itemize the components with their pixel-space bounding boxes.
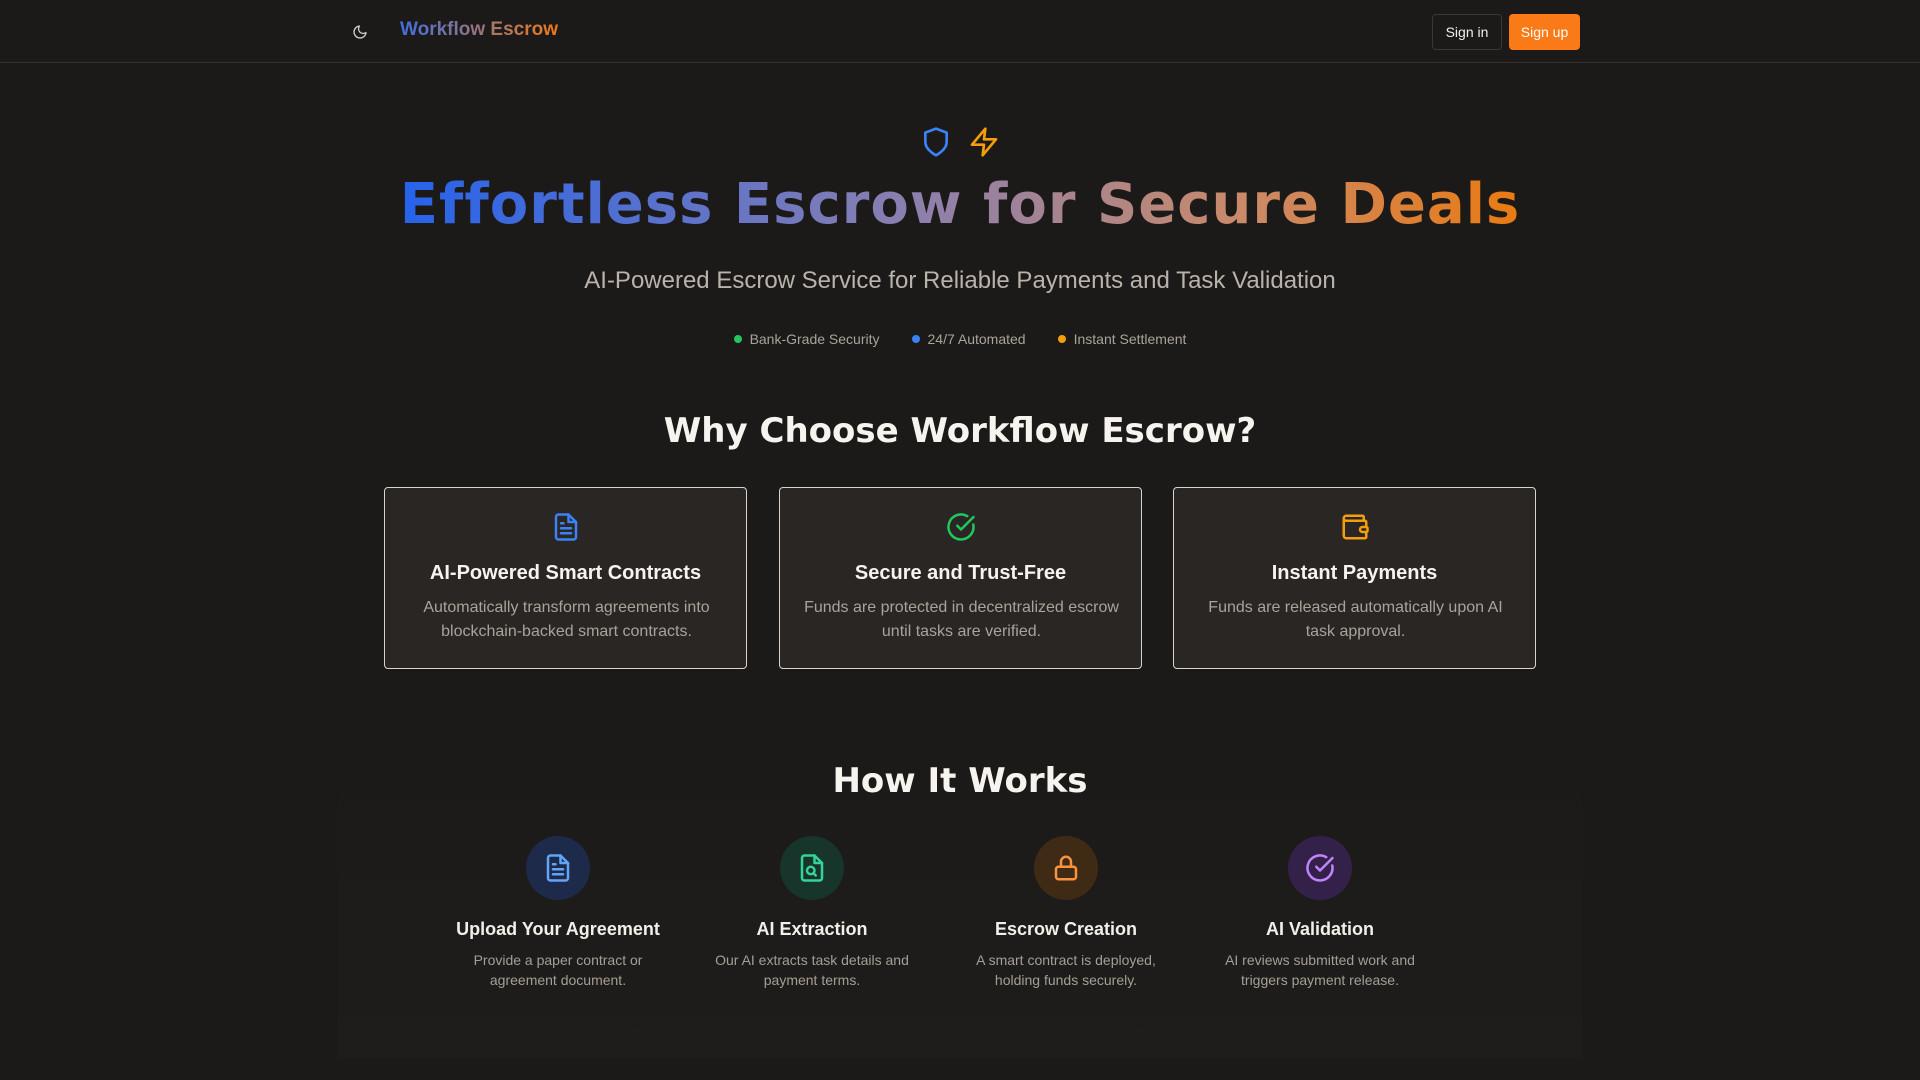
step-icon-circle [1288, 836, 1352, 900]
badge-label: Bank-Grade Security [749, 331, 880, 347]
moon-icon [353, 25, 367, 39]
step-text: Provide a paper contract or agreement do… [473, 952, 643, 988]
step-title: Upload Your Agreement [456, 919, 660, 939]
card-title: Instant Payments [1271, 562, 1438, 584]
badge-label: Instant Settlement [1073, 331, 1187, 347]
step-icon-circle [526, 836, 590, 900]
feature-card-smart-contracts: AI-Powered Smart Contracts Automatically… [384, 487, 747, 669]
feature-card-secure: Secure and Trust-Free Funds are protecte… [779, 487, 1142, 669]
badge-label: 24/7 Automated [927, 331, 1026, 347]
document-icon [546, 854, 570, 882]
card-text: Funds are protected in decentralized esc… [804, 599, 1119, 640]
feature-card-payments: Instant Payments Funds are released auto… [1173, 487, 1536, 669]
status-dot [1057, 335, 1066, 343]
document-icon [554, 513, 577, 541]
sign-in-button[interactable]: Sign in [1432, 14, 1502, 50]
step-icon-circle [780, 836, 844, 900]
lock-icon [1054, 855, 1078, 881]
top-navbar: Workflow Escrow Sign in Sign up [0, 0, 1920, 63]
how-it-works-steps: Upload Your Agreement Provide a paper co… [453, 836, 1467, 996]
file-search-icon [800, 854, 824, 882]
badge-security: Bank-Grade Security [733, 331, 880, 347]
step-text: A smart contract is deployed, holding fu… [976, 952, 1156, 988]
step-title: AI Extraction [756, 919, 868, 939]
how-section-title: How It Works [832, 761, 1088, 801]
hero-icons [0, 126, 1920, 158]
card-title: AI-Powered Smart Contracts [429, 562, 702, 584]
status-dot [733, 335, 742, 343]
hero-subtitle: AI-Powered Escrow Service for Reliable P… [584, 267, 1336, 294]
step-icon-circle [1034, 836, 1098, 900]
step-title: AI Validation [1265, 919, 1375, 939]
check-circle-icon [1306, 854, 1334, 882]
check-circle-icon [946, 513, 975, 541]
feature-badges: Bank-Grade Security 24/7 Automated Insta… [0, 331, 1920, 347]
card-text: Funds are released automatically upon AI… [1208, 599, 1503, 640]
brand-logo-text[interactable]: Workflow Escrow [400, 19, 558, 41]
step-title: Escrow Creation [994, 919, 1138, 939]
sign-up-button[interactable]: Sign up [1509, 14, 1580, 50]
hero-title: Effortless Escrow for Secure Deals [399, 172, 1521, 237]
wallet-icon [1342, 514, 1369, 540]
feature-cards: AI-Powered Smart Contracts Automatically… [384, 487, 1536, 669]
shield-icon [924, 127, 948, 157]
step-text: Our AI extracts task details and payment… [715, 952, 909, 988]
card-title: Secure and Trust-Free [854, 562, 1067, 584]
badge-automated: 24/7 Automated [911, 331, 1026, 347]
status-dot [911, 335, 920, 343]
card-text: Automatically transform agreements into … [423, 599, 710, 640]
theme-toggle-button[interactable] [344, 16, 376, 48]
why-section-title: Why Choose Workflow Escrow? [663, 411, 1257, 451]
badge-settlement: Instant Settlement [1057, 331, 1187, 347]
lightning-icon [970, 127, 998, 157]
step-text: AI reviews submitted work and triggers p… [1225, 952, 1415, 988]
